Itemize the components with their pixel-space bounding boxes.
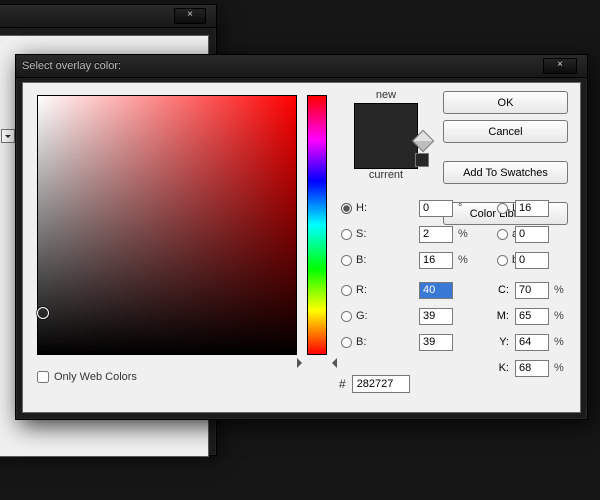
input-c[interactable] — [515, 282, 549, 299]
dialog-title: Select overlay color: — [22, 60, 121, 72]
input-b-lab[interactable] — [515, 252, 549, 269]
unit-m: % — [551, 310, 567, 322]
color-picker-dialog: Select overlay color: × new current OK C… — [15, 54, 588, 420]
unit-h: ° — [455, 202, 471, 214]
dialog-titlebar[interactable]: Select overlay color: × — [16, 55, 587, 78]
input-h[interactable] — [419, 200, 453, 217]
dialog-panel: new current OK Cancel Add To Swatches Co… — [22, 82, 581, 413]
label-b-rgb: B: — [356, 336, 366, 348]
label-new: new — [343, 89, 429, 101]
only-web-label: Only Web Colors — [54, 371, 137, 383]
radio-g[interactable] — [341, 311, 352, 322]
label-y: Y: — [495, 336, 515, 348]
cancel-button[interactable]: Cancel — [443, 120, 568, 143]
ok-button[interactable]: OK — [443, 91, 568, 114]
hex-label: # — [339, 377, 346, 391]
input-m[interactable] — [515, 308, 549, 325]
hue-slider[interactable] — [307, 95, 327, 355]
input-g[interactable] — [419, 308, 453, 325]
mini-swatch-icon[interactable] — [415, 153, 429, 167]
preview-new-swatch — [355, 104, 417, 136]
hex-input[interactable] — [352, 375, 410, 393]
preview-box — [354, 103, 418, 169]
saturation-brightness-field[interactable] — [37, 95, 297, 355]
label-r: R: — [356, 284, 367, 296]
back-window-close-button[interactable]: × — [174, 8, 206, 24]
preview-current-swatch — [355, 136, 417, 168]
label-s: S: — [356, 228, 366, 240]
only-web-colors[interactable]: Only Web Colors — [37, 371, 137, 383]
label-m: M: — [495, 310, 515, 322]
back-dropdown-icon[interactable] — [1, 129, 15, 143]
unit-s: % — [455, 228, 471, 240]
label-c: C: — [495, 284, 515, 296]
label-k: K: — [495, 362, 515, 374]
input-r[interactable] — [419, 282, 453, 299]
radio-b-lab[interactable] — [497, 255, 508, 266]
label-g: G: — [356, 310, 368, 322]
only-web-checkbox[interactable] — [37, 371, 49, 383]
radio-a[interactable] — [497, 229, 508, 240]
dialog-close-button[interactable]: × — [543, 58, 577, 74]
label-h: H: — [356, 202, 367, 214]
input-a[interactable] — [515, 226, 549, 243]
input-k[interactable] — [515, 360, 549, 377]
radio-b-rgb[interactable] — [341, 337, 352, 348]
unit-y: % — [551, 336, 567, 348]
hex-row: # — [339, 375, 410, 393]
input-b-rgb[interactable] — [419, 334, 453, 351]
numeric-fields: H: ° L: S: % — [339, 195, 571, 381]
unit-c: % — [551, 284, 567, 296]
label-b-hsb: B: — [356, 254, 366, 266]
radio-s[interactable] — [341, 229, 352, 240]
add-to-swatches-button[interactable]: Add To Swatches — [443, 161, 568, 184]
radio-r[interactable] — [341, 285, 352, 296]
input-y[interactable] — [515, 334, 549, 351]
input-l[interactable] — [515, 200, 549, 217]
radio-b-hsb[interactable] — [341, 255, 352, 266]
unit-b-hsb: % — [455, 254, 471, 266]
input-b-hsb[interactable] — [419, 252, 453, 269]
input-s[interactable] — [419, 226, 453, 243]
back-window-titlebar[interactable]: × — [0, 5, 216, 28]
radio-h[interactable] — [341, 203, 352, 214]
picker-ring-icon — [37, 307, 49, 319]
unit-k: % — [551, 362, 567, 374]
label-current: current — [343, 169, 429, 181]
radio-l[interactable] — [497, 203, 508, 214]
